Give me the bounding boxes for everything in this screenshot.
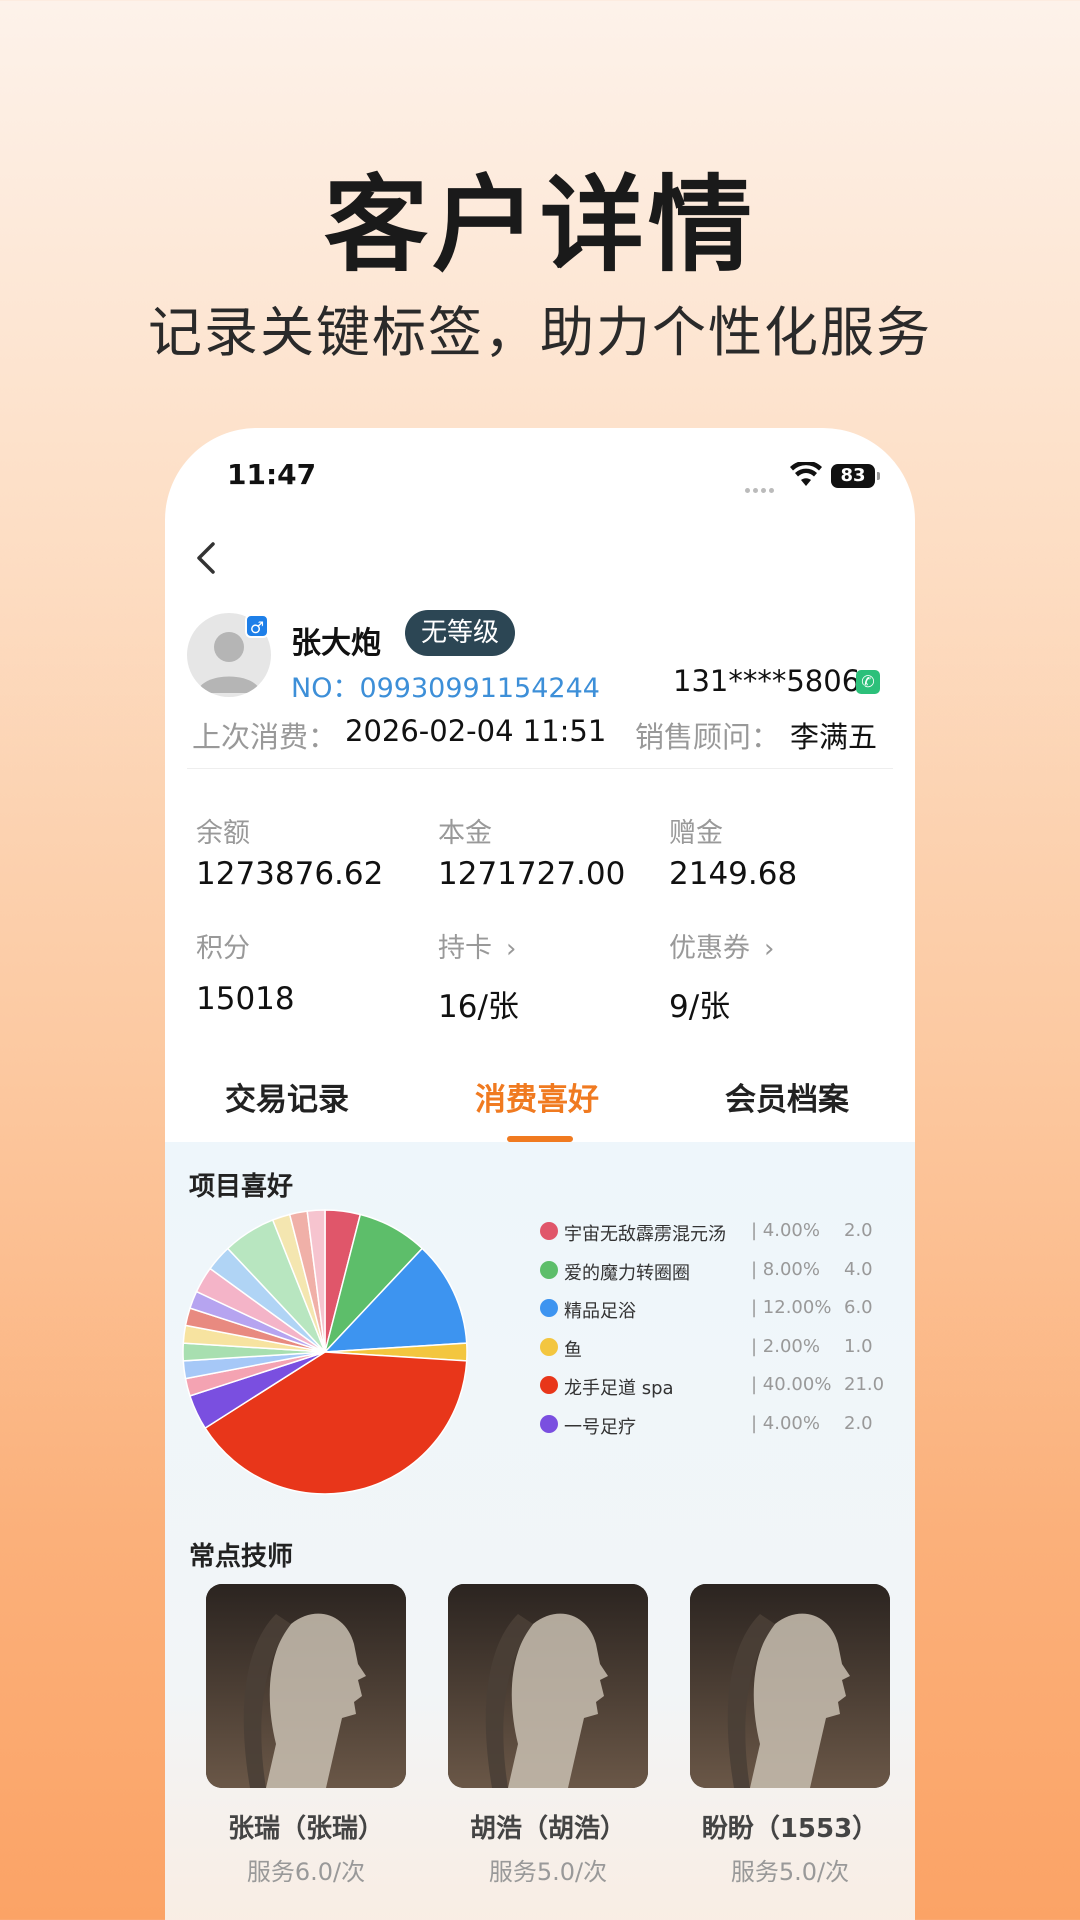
legend-percent: | 4.00% bbox=[751, 1412, 820, 1434]
battery-icon: 83 bbox=[831, 464, 880, 488]
legend-item: 宇宙无敌霹雳混元汤 | 4.00% 2.0 bbox=[540, 1217, 890, 1247]
technician-name: 盼盼（1553） bbox=[701, 1814, 879, 1844]
technicians-title: 常点技师 bbox=[189, 1542, 294, 1572]
bonus-label: 赠金 bbox=[669, 818, 723, 849]
status-time: 11:47 bbox=[227, 458, 317, 491]
promo-subtitle: 记录关键标签，助力个性化服务 bbox=[148, 301, 932, 364]
legend-label: 爱的魔力转圈圈 bbox=[564, 1262, 690, 1284]
phone-screen: 11:47 83 ♂ 张大炮 无等级 NO：09930991154244 131… bbox=[165, 428, 915, 1920]
points-label: 积分 bbox=[196, 933, 250, 964]
technician-name: 胡浩（胡浩） bbox=[469, 1814, 626, 1844]
legend-percent: | 12.00% bbox=[751, 1297, 832, 1318]
legend-count: 4.0 bbox=[844, 1258, 873, 1280]
legend-count: 2.0 bbox=[844, 1412, 873, 1434]
promo-title: 客户详情 bbox=[323, 164, 756, 286]
technician-service-count: 服务5.0/次 bbox=[488, 1858, 608, 1886]
tab-transactions[interactable]: 交易记录 bbox=[225, 1074, 349, 1119]
legend-percent: | 8.00% bbox=[751, 1258, 820, 1280]
legend-label: 一号足疗 bbox=[564, 1416, 636, 1438]
phone-call-icon[interactable]: ✆ bbox=[856, 670, 880, 694]
legend-swatch bbox=[540, 1337, 558, 1356]
principal-label: 本金 bbox=[438, 818, 492, 849]
customer-number: NO：09930991154244 bbox=[291, 673, 600, 704]
legend-item: 一号足疗 | 4.00% 2.0 bbox=[540, 1410, 890, 1440]
legend-count: 6.0 bbox=[844, 1297, 873, 1318]
wifi-icon bbox=[790, 462, 822, 486]
last-consume-value: 2026-02-04 11:51 bbox=[345, 714, 607, 748]
legend-count: 21.0 bbox=[844, 1374, 885, 1395]
technician-service-count: 服务5.0/次 bbox=[730, 1858, 850, 1886]
points-value: 15018 bbox=[196, 981, 295, 1017]
legend-swatch bbox=[540, 1260, 558, 1279]
legend-swatch bbox=[540, 1376, 558, 1394]
coupons-value: 9/张 bbox=[669, 989, 731, 1025]
technician-photo[interactable] bbox=[206, 1584, 406, 1788]
cards-link[interactable]: 持卡 › bbox=[438, 926, 516, 965]
legend-label: 宇宙无敌霹雳混元汤 bbox=[564, 1224, 726, 1245]
legend-swatch bbox=[540, 1414, 558, 1433]
tab-preferences[interactable]: 消费喜好 bbox=[475, 1074, 599, 1119]
pie-chart bbox=[182, 1209, 468, 1495]
back-icon[interactable] bbox=[187, 538, 227, 578]
legend-label: 精品足浴 bbox=[564, 1301, 636, 1322]
status-bar: 11:47 83 bbox=[165, 428, 915, 518]
legend-item: 爱的魔力转圈圈 | 8.00% 4.0 bbox=[540, 1256, 890, 1286]
advisor-label: 销售顾问： bbox=[635, 720, 781, 754]
legend-percent: | 40.00% bbox=[751, 1374, 832, 1395]
balance-value: 1273876.62 bbox=[196, 856, 384, 892]
project-preference-title: 项目喜好 bbox=[189, 1172, 294, 1202]
legend-item: 鱼 | 2.00% 1.0 bbox=[540, 1333, 890, 1363]
divider bbox=[187, 768, 893, 769]
coupons-link[interactable]: 优惠券 › bbox=[669, 926, 774, 965]
chevron-right-icon: › bbox=[506, 934, 517, 964]
technician-photo[interactable] bbox=[448, 1584, 648, 1788]
tab-member-profile[interactable]: 会员档案 bbox=[725, 1074, 849, 1119]
legend-percent: | 2.00% bbox=[751, 1335, 820, 1357]
chevron-right-icon: › bbox=[764, 934, 775, 964]
legend-swatch bbox=[540, 1222, 558, 1240]
technician-name: 张瑞（张瑞） bbox=[227, 1814, 384, 1844]
customer-name: 张大炮 bbox=[291, 626, 381, 661]
bonus-value: 2149.68 bbox=[669, 856, 798, 892]
advisor-value: 李满五 bbox=[790, 720, 878, 754]
last-consume-label: 上次消费： bbox=[192, 720, 338, 754]
level-badge: 无等级 bbox=[405, 610, 516, 656]
legend-percent: | 4.00% bbox=[751, 1220, 820, 1241]
legend-item: 精品足浴 | 12.00% 6.0 bbox=[540, 1294, 890, 1324]
signal-icon bbox=[745, 478, 781, 493]
balance-label: 余额 bbox=[196, 818, 250, 849]
legend-label: 龙手足道 spa bbox=[564, 1378, 674, 1399]
legend-count: 1.0 bbox=[844, 1335, 873, 1357]
cards-label: 持卡 bbox=[438, 933, 492, 964]
legend-label: 鱼 bbox=[564, 1339, 582, 1361]
technician-service-count: 服务6.0/次 bbox=[246, 1858, 366, 1886]
technician-photo[interactable] bbox=[690, 1584, 890, 1788]
legend-item: 龙手足道 spa | 40.00% 21.0 bbox=[540, 1371, 890, 1401]
coupons-label: 优惠券 bbox=[669, 933, 750, 964]
cards-value: 16/张 bbox=[438, 989, 519, 1025]
customer-phone[interactable]: 131****5806 bbox=[673, 664, 860, 698]
principal-value: 1271727.00 bbox=[438, 856, 626, 892]
gender-male-icon: ♂ bbox=[245, 614, 269, 638]
legend-count: 2.0 bbox=[844, 1220, 873, 1241]
preferences-panel: 项目喜好 宇宙无敌霹雳混元汤 | 4.00% 2.0 爱的魔力转圈圈 | 8.00% 4.… bbox=[165, 1142, 915, 1920]
legend-swatch bbox=[540, 1299, 558, 1317]
